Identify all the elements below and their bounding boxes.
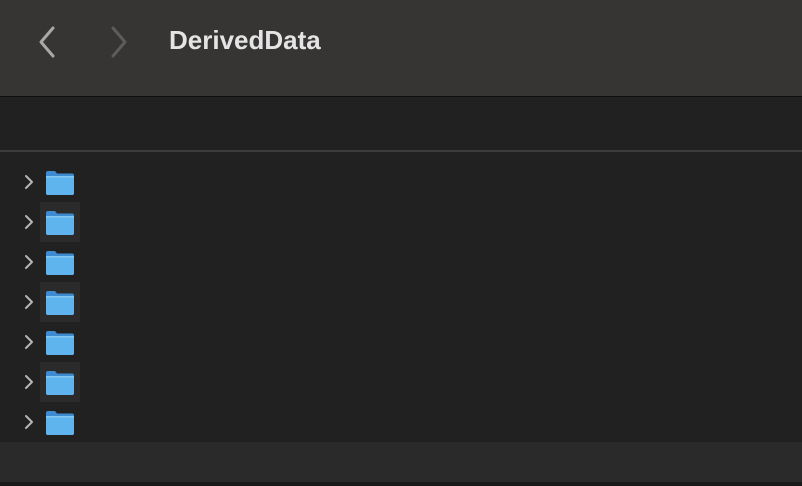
forward-button[interactable] (105, 24, 133, 60)
folder-icon-cell (40, 402, 80, 442)
folder-icon (46, 251, 74, 275)
list-item[interactable] (0, 362, 802, 402)
folder-icon (46, 331, 74, 355)
list-item[interactable] (0, 402, 802, 442)
status-bar (0, 442, 802, 482)
disclosure-chevron-icon[interactable] (20, 172, 38, 192)
folder-icon-cell (40, 362, 80, 402)
chevron-right-icon (111, 26, 127, 58)
folder-icon (46, 171, 74, 195)
folder-icon-cell (40, 322, 80, 362)
window-title: DerivedData (169, 25, 321, 55)
list-item[interactable] (0, 202, 802, 242)
window-bottom-edge (0, 482, 802, 486)
toolbar: DerivedData (0, 0, 802, 97)
list-item[interactable] (0, 162, 802, 202)
list-item[interactable] (0, 322, 802, 362)
list-item[interactable] (0, 282, 802, 322)
disclosure-chevron-icon[interactable] (20, 372, 38, 392)
disclosure-chevron-icon[interactable] (20, 332, 38, 352)
finder-window: DerivedData (0, 0, 802, 486)
folder-icon-cell (40, 202, 80, 242)
disclosure-chevron-icon[interactable] (20, 252, 38, 272)
back-button[interactable] (33, 24, 61, 60)
folder-icon (46, 411, 74, 435)
folder-icon-cell (40, 242, 80, 282)
disclosure-chevron-icon[interactable] (20, 212, 38, 232)
column-header-bar (0, 97, 802, 152)
file-list (0, 162, 802, 442)
list-item[interactable] (0, 242, 802, 282)
folder-icon-cell (40, 162, 80, 202)
folder-icon (46, 291, 74, 315)
folder-icon (46, 211, 74, 235)
folder-icon (46, 371, 74, 395)
chevron-left-icon (39, 26, 55, 58)
disclosure-chevron-icon[interactable] (20, 292, 38, 312)
folder-icon-cell (40, 282, 80, 322)
disclosure-chevron-icon[interactable] (20, 412, 38, 432)
